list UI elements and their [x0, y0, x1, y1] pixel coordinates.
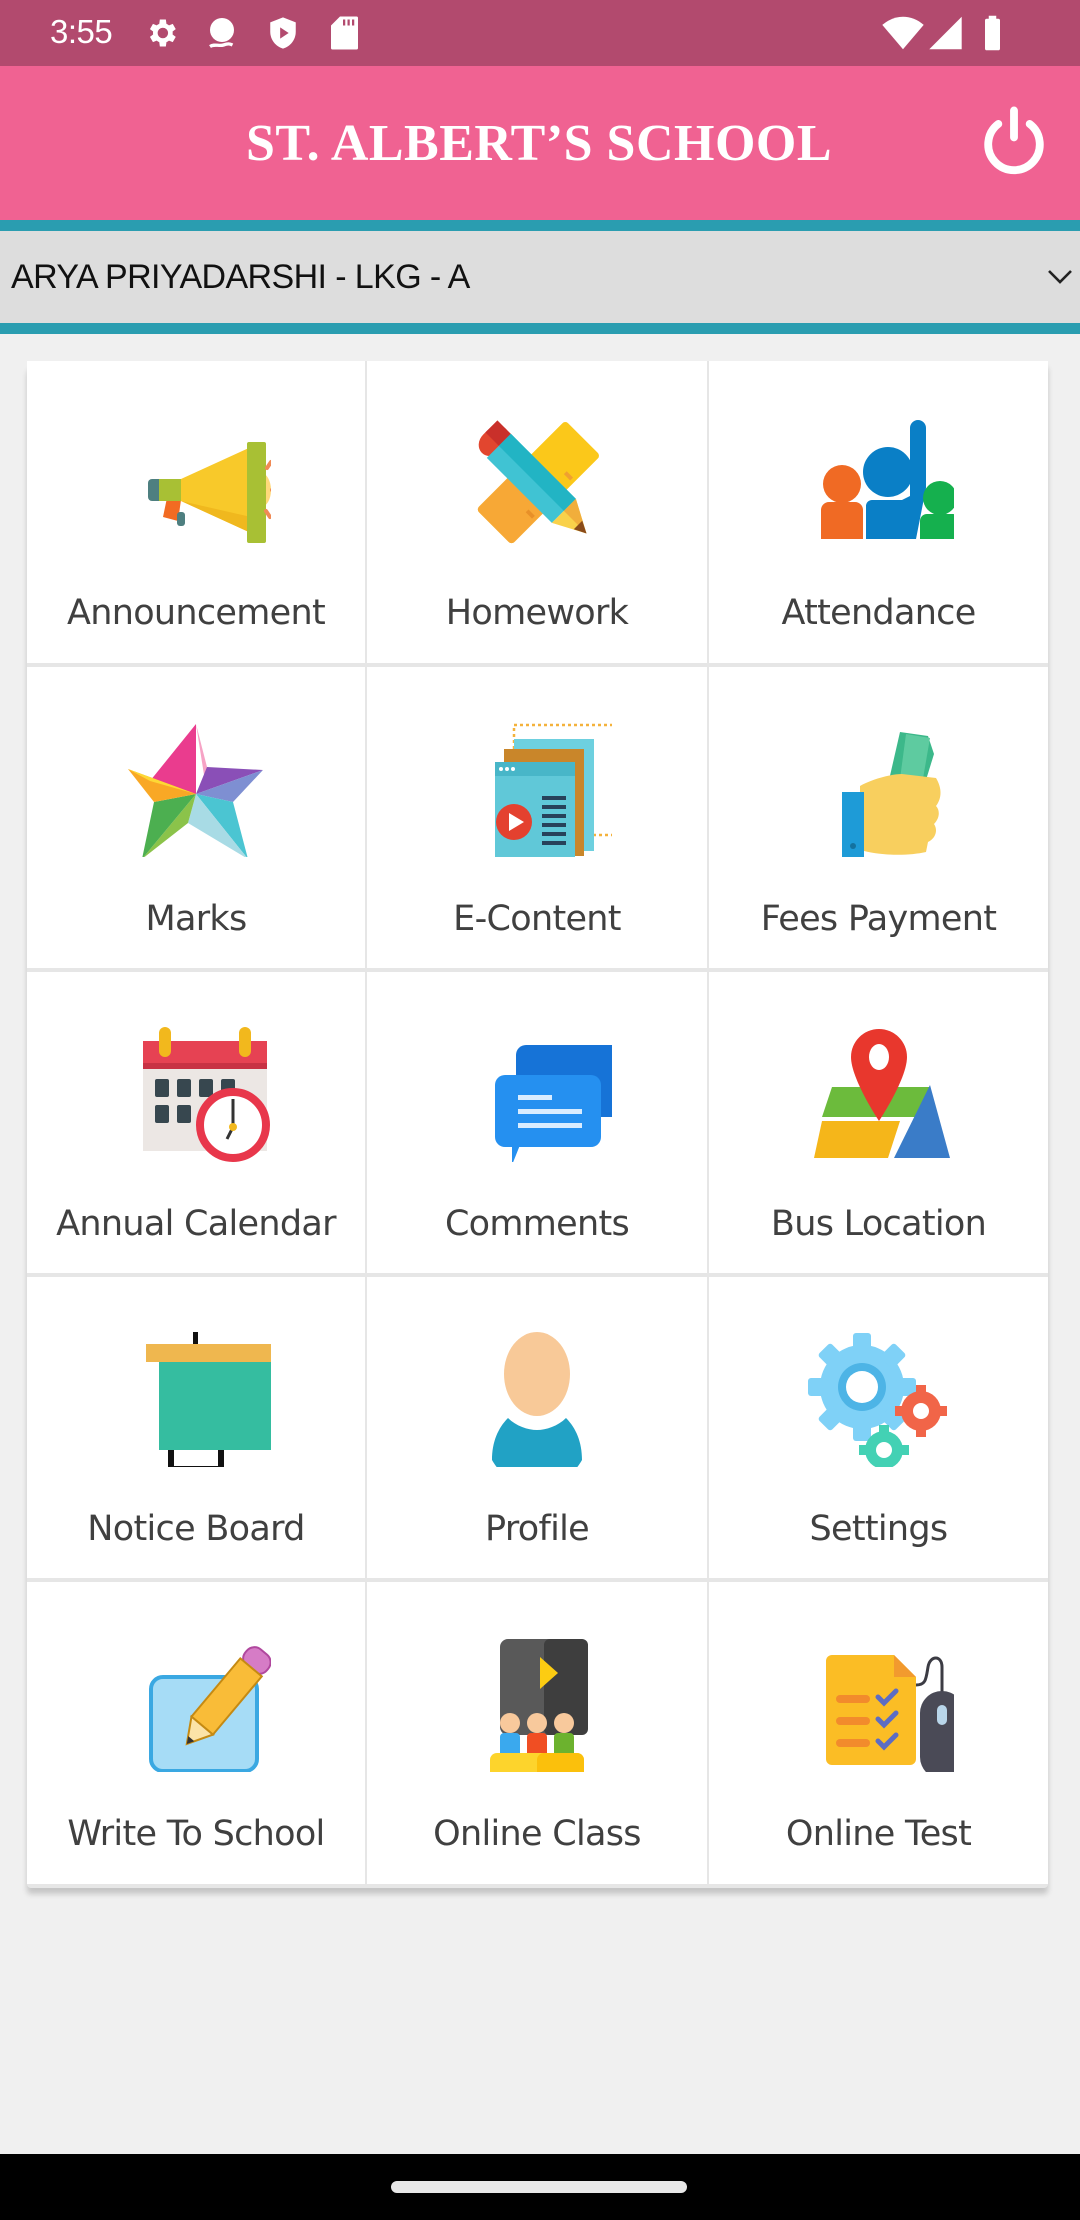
- menu-item-e-content[interactable]: E-Content: [367, 667, 707, 968]
- menu-item-fees-payment[interactable]: Fees Payment: [709, 667, 1048, 968]
- menu-item-online-test[interactable]: Online Test: [709, 1582, 1048, 1884]
- menu-label: Settings: [809, 1509, 949, 1549]
- menu-item-announcement[interactable]: Announcement: [27, 361, 365, 663]
- menu-item-notice-board[interactable]: Notice Board: [27, 1277, 365, 1578]
- chat-bubbles-icon: [495, 1045, 612, 1162]
- menu-item-marks[interactable]: Marks: [27, 667, 365, 968]
- menu-item-comments[interactable]: Comments: [367, 972, 707, 1273]
- menu-label: Profile: [485, 1509, 590, 1549]
- status-time: 3:55: [50, 13, 113, 50]
- menu-label: Bus Location: [770, 1204, 987, 1244]
- class-video-icon: [490, 1639, 588, 1772]
- chevron-down-icon[interactable]: [1046, 266, 1074, 286]
- menu-item-online-class[interactable]: Online Class: [367, 1582, 707, 1884]
- menu-label: Online Test: [785, 1814, 972, 1854]
- wifi-icon: [882, 16, 924, 50]
- megaphone-icon: [148, 442, 271, 543]
- user-icon: [492, 1332, 582, 1467]
- logout-power-icon[interactable]: [980, 106, 1048, 180]
- checklist-mouse-icon: [825, 1655, 954, 1772]
- selected-student: ARYA PRIYADARSHI - LKG - A: [11, 258, 470, 296]
- menu-label: Announcement: [67, 593, 326, 633]
- menu-item-annual-calendar[interactable]: Annual Calendar: [27, 972, 365, 1273]
- student-selector-dropdown[interactable]: ARYA PRIYADARSHI - LKG - A: [0, 231, 1080, 323]
- easel-board-icon: [146, 1332, 271, 1467]
- menu-label: Annual Calendar: [56, 1204, 336, 1244]
- hand-money-icon: [841, 732, 940, 857]
- cellular-signal-icon: [929, 16, 962, 50]
- sd-card-icon: [331, 16, 358, 50]
- status-bar: 3:55: [0, 0, 1080, 66]
- menu-grid: Announcement Homework Attendance Marks E…: [27, 361, 1048, 1888]
- menu-item-settings[interactable]: Settings: [709, 1277, 1048, 1578]
- menu-label: Attendance: [781, 593, 976, 633]
- menu-label: Comments: [444, 1204, 630, 1244]
- menu-label: E-Content: [453, 899, 621, 939]
- map-pin-icon: [813, 1029, 950, 1158]
- settings-icon: [149, 19, 176, 47]
- home-gesture-handle[interactable]: [391, 2181, 687, 2193]
- gears-icon: [807, 1333, 947, 1467]
- menu-label: Marks: [145, 899, 247, 939]
- menu-label: Homework: [445, 593, 629, 633]
- menu-item-profile[interactable]: Profile: [367, 1277, 707, 1578]
- menu-item-attendance[interactable]: Attendance: [709, 361, 1048, 663]
- menu-label: Online Class: [433, 1814, 641, 1854]
- app-header: ST. ALBERT’S SCHOOL: [0, 66, 1080, 220]
- menu-label: Write To School: [67, 1814, 325, 1854]
- menu-item-bus-location[interactable]: Bus Location: [709, 972, 1048, 1273]
- assistant-bubble-icon: [209, 18, 234, 48]
- battery-icon: [985, 15, 1000, 51]
- menu-item-homework[interactable]: Homework: [367, 361, 707, 663]
- raised-hand-people-icon: [820, 420, 954, 539]
- menu-item-write-to-school[interactable]: Write To School: [27, 1582, 365, 1884]
- accent-divider: [0, 220, 1080, 231]
- note-pencil-icon: [149, 1646, 271, 1772]
- menu-label: Notice Board: [87, 1509, 305, 1549]
- calendar-clock-icon: [143, 1027, 270, 1162]
- star-icon: [128, 724, 263, 857]
- shield-play-icon: [270, 17, 296, 49]
- menu-label: Fees Payment: [760, 899, 997, 939]
- accent-divider: [0, 323, 1080, 334]
- video-document-icon: [495, 723, 612, 857]
- school-title: ST. ALBERT’S SCHOOL: [245, 114, 833, 172]
- pencil-ruler-icon: [477, 420, 599, 544]
